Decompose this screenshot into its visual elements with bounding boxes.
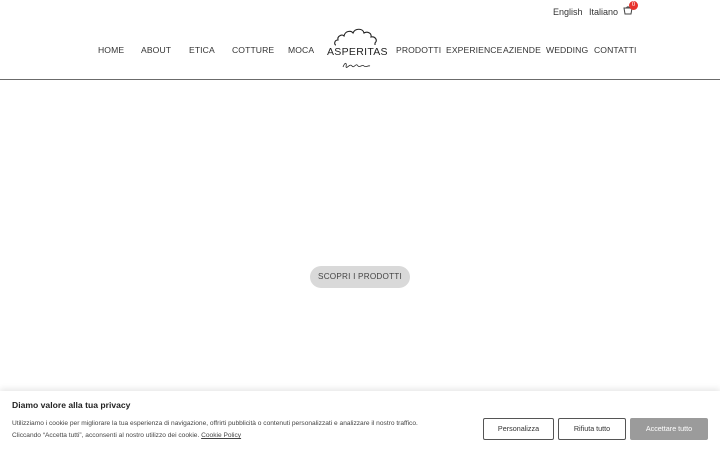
cookie-banner-title: Diamo valore alla tua privacy [12, 400, 131, 410]
nav-contatti[interactable]: CONTATTI [594, 45, 637, 55]
accept-all-button[interactable]: Accettare tutto [630, 418, 708, 440]
logo-wordmark: ASPERITAS [327, 46, 388, 58]
reject-all-button[interactable]: Rifiuta tutto [558, 418, 626, 440]
nav-prodotti[interactable]: PRODOTTI [396, 45, 441, 55]
cookie-consent-text: Cliccando “Accetta tutti”, acconsenti al… [12, 432, 200, 439]
logo-cloud-icon [334, 28, 377, 46]
nav-moca[interactable]: MOCA [288, 45, 314, 55]
nav-cotture[interactable]: COTTURE [232, 45, 274, 55]
language-english-link[interactable]: English [553, 7, 583, 17]
cookie-banner-text: Utilizziamo i cookie per migliorare la t… [12, 420, 418, 427]
discover-products-button[interactable]: SCOPRI I PRODOTTI [310, 266, 410, 288]
nav-experience[interactable]: EXPERIENCE [446, 45, 502, 55]
cart-count-badge: 0 [629, 1, 638, 10]
cookie-banner: Diamo valore alla tua privacy Utilizziam… [0, 391, 720, 450]
nav-etica[interactable]: ETICA [189, 45, 215, 55]
customize-cookies-button[interactable]: Personalizza [483, 418, 554, 440]
nav-aziende[interactable]: AZIENDE [503, 45, 541, 55]
cookie-policy-link[interactable]: Cookie Policy [201, 432, 241, 439]
nav-home[interactable]: HOME [98, 45, 124, 55]
nav-about[interactable]: ABOUT [141, 45, 171, 55]
language-italiano-link[interactable]: Italiano [589, 7, 618, 17]
cookie-banner-text-2: Cliccando “Accetta tutti”, acconsenti al… [12, 432, 241, 439]
logo-signature [342, 62, 371, 68]
nav-wedding[interactable]: WEDDING [546, 45, 588, 55]
site-logo[interactable]: ASPERITAS [327, 26, 388, 74]
site-header: English Italiano 0 HOME ABOUT ETICA COTT… [0, 0, 720, 80]
